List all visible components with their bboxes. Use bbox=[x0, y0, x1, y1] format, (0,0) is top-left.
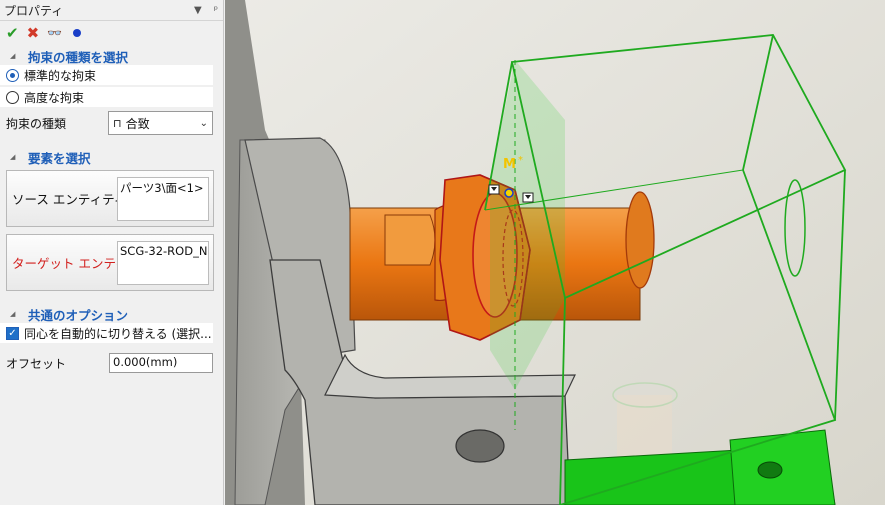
mate-marker-label: M bbox=[503, 157, 516, 172]
section-constraint-type-header[interactable]: ◢ 拘束の種類を選択 bbox=[0, 47, 223, 65]
section-label: 要素を選択 bbox=[28, 150, 91, 166]
viewport-scene[interactable]: M * bbox=[225, 0, 885, 505]
offset-row: オフセット 0.000(mm) bbox=[0, 350, 223, 376]
radio-label: 標準的な拘束 bbox=[24, 68, 97, 83]
checkbox-checked-icon[interactable]: ✓ bbox=[6, 326, 19, 340]
constraint-type-row: 拘束の種類 ⊓ 合致 ⌄ bbox=[0, 110, 223, 136]
target-entity-field[interactable]: SCG-32-ROD_NU bbox=[117, 241, 209, 285]
panel-title: プロパティ bbox=[4, 3, 64, 18]
source-entity-button[interactable]: ソース エンティティ パーツ3\面<1> bbox=[6, 170, 214, 227]
offset-input[interactable]: 0.000(mm) bbox=[109, 353, 213, 373]
cancel-x-icon[interactable]: ✖ bbox=[27, 25, 40, 41]
target-entity-button[interactable]: ターゲット エンティ... SCG-32-ROD_NU bbox=[6, 234, 214, 291]
source-entity-field[interactable]: パーツ3\面<1> bbox=[117, 177, 209, 221]
mate-marker-star: * bbox=[518, 155, 523, 166]
radio-button-icon[interactable] bbox=[6, 90, 19, 104]
panel-titlebar: プロパティ ▼ ᵖ bbox=[0, 0, 223, 21]
radio-standard-constraint[interactable]: 標準的な拘束 bbox=[0, 65, 213, 85]
3d-viewport[interactable]: M * bbox=[225, 0, 885, 505]
preview-glasses-icon[interactable]: 👓 bbox=[47, 26, 62, 41]
pushpin-icon[interactable] bbox=[73, 29, 82, 37]
radio-button-icon[interactable] bbox=[6, 68, 19, 82]
ok-check-icon[interactable]: ✔ bbox=[6, 25, 19, 41]
constraint-type-label: 拘束の種類 bbox=[6, 116, 67, 131]
section-select-elements-header[interactable]: ◢ 要素を選択 bbox=[0, 148, 223, 166]
section-label: 拘束の種類を選択 bbox=[28, 49, 129, 65]
collapse-triangle-icon: ◢ bbox=[10, 52, 16, 60]
panel-pin-icon[interactable]: ᵖ bbox=[214, 5, 218, 16]
constraint-type-dropdown[interactable]: ⊓ 合致 ⌄ bbox=[108, 111, 213, 135]
offset-label: オフセット bbox=[6, 356, 67, 371]
radio-label: 高度な拘束 bbox=[24, 90, 85, 105]
section-common-options-header[interactable]: ◢ 共通のオプション bbox=[0, 305, 223, 323]
mate-constraint-icon: ⊓ bbox=[113, 116, 122, 130]
constraint-type-value: 合致 bbox=[125, 116, 150, 131]
ghost-cylinder bbox=[612, 382, 678, 465]
chevron-down-icon: ⌄ bbox=[199, 117, 208, 129]
section-label: 共通のオプション bbox=[28, 307, 129, 323]
radio-advanced-constraint[interactable]: 高度な拘束 bbox=[0, 87, 213, 107]
properties-panel: プロパティ ▼ ᵖ ✔ ✖ 👓 ◢ 拘束の種類を選択 標準的な拘束 高度な拘束 … bbox=[0, 0, 224, 505]
collapse-triangle-icon: ◢ bbox=[10, 153, 16, 161]
panel-toolbar: ✔ ✖ 👓 bbox=[0, 21, 223, 45]
mate-point-icon[interactable] bbox=[504, 188, 514, 198]
panel-menu-icon[interactable]: ▼ bbox=[194, 5, 202, 16]
collapse-triangle-icon: ◢ bbox=[10, 310, 16, 318]
auto-toggle-label: 同心を自動的に切り替える (選択... bbox=[24, 326, 212, 341]
auto-toggle-concentric-option[interactable]: ✓ 同心を自動的に切り替える (選択... bbox=[0, 323, 213, 343]
